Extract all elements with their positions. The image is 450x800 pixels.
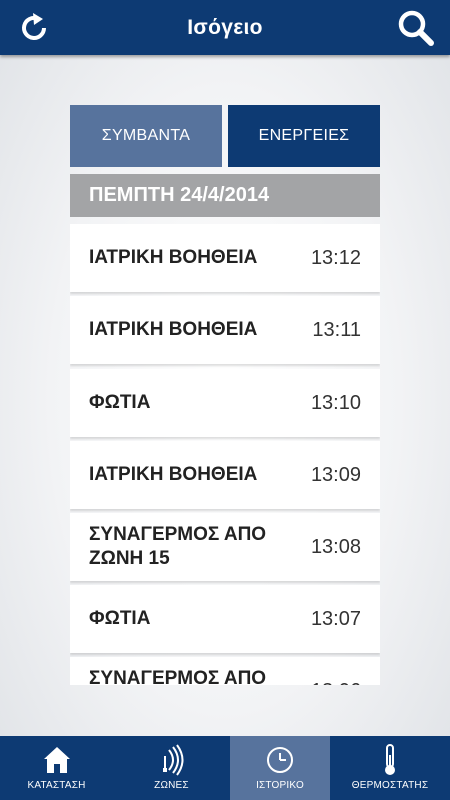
nav-label: ΚΑΤΑΣΤΑΣΗ	[27, 780, 86, 791]
event-time: 13:10	[310, 391, 361, 414]
event-label: ΦΩΤΙΑ	[89, 392, 151, 413]
list-item[interactable]: ΙΑΤΡΙΚΗ ΒΟΗΘΕΙΑ 13:12	[70, 224, 380, 292]
list-item[interactable]: ΦΩΤΙΑ 13:10	[70, 369, 380, 437]
bottom-navigation: ΚΑΤΑΣΤΑΣΗ ΖΩΝΕΣ ΙΣΤΟΡΙΚΟ ΘΕΡΜΟΣΤΑΤΗΣ	[0, 736, 450, 800]
event-time: 13:11	[312, 318, 361, 341]
event-time: 13:07	[310, 607, 361, 630]
tab-events[interactable]: ΣΥΜΒΑΝΤΑ	[70, 105, 222, 167]
tab-actions[interactable]: ΕΝΕΡΓΕΙΕΣ	[228, 105, 380, 167]
wireless-zones-icon	[162, 744, 183, 776]
nav-label: ΘΕΡΜΟΣΤΑΤΗΣ	[351, 780, 429, 791]
nav-zones[interactable]: ΖΩΝΕΣ	[113, 736, 230, 800]
search-icon	[398, 10, 434, 46]
list-item[interactable]: ΣΥΝΑΓΕΡΜΟΣ ΑΠΟ ΖΩΝΗ 15 13:08	[70, 513, 380, 581]
event-label: ΣΥΝΑΓΕΡΜΟΣ ΑΠΟ ΖΩΝΗ 15	[89, 668, 267, 685]
event-time: 13:08	[310, 535, 361, 558]
event-tabs: ΣΥΜΒΑΝΤΑ ΕΝΕΡΓΕΙΕΣ	[70, 105, 380, 167]
nav-status[interactable]: ΚΑΤΑΣΤΑΣΗ	[0, 736, 113, 800]
event-label: ΣΥΝΑΓΕΡΜΟΣ ΑΠΟ ΖΩΝΗ 15	[89, 524, 267, 569]
list-item[interactable]: ΦΩΤΙΑ 13:07	[70, 585, 380, 653]
nav-label: ΙΣΤΟΡΙΚΟ	[256, 780, 304, 791]
nav-thermostat[interactable]: ΘΕΡΜΟΣΤΑΤΗΣ	[330, 736, 450, 800]
event-time: 13:06	[311, 657, 361, 686]
event-label: ΙΑΤΡΙΚΗ ΒΟΗΘΕΙΑ	[89, 247, 258, 268]
event-list[interactable]: ΙΑΤΡΙΚΗ ΒΟΗΘΕΙΑ 13:12 ΙΑΤΡΙΚΗ ΒΟΗΘΕΙΑ 13…	[70, 220, 380, 685]
event-label: ΦΩΤΙΑ	[89, 608, 151, 629]
app-header: Ισόγειο	[0, 0, 450, 55]
event-time: 13:09	[310, 463, 361, 486]
thermometer-icon	[385, 744, 395, 775]
nav-label: ΖΩΝΕΣ	[154, 780, 189, 791]
refresh-icon	[22, 13, 46, 40]
clock-icon	[267, 747, 293, 773]
nav-history[interactable]: ΙΣΤΟΡΙΚΟ	[230, 736, 330, 800]
page-title: Ισόγειο	[187, 15, 263, 39]
event-label: ΙΑΤΡΙΚΗ ΒΟΗΘΕΙΑ	[89, 319, 258, 340]
home-icon	[43, 747, 70, 773]
list-item[interactable]: ΙΑΤΡΙΚΗ ΒΟΗΘΕΙΑ 13:11	[70, 296, 380, 364]
refresh-button[interactable]	[12, 6, 56, 50]
search-button[interactable]	[394, 6, 438, 50]
event-label: ΙΑΤΡΙΚΗ ΒΟΗΘΕΙΑ	[89, 464, 258, 485]
list-item[interactable]: ΣΥΝΑΓΕΡΜΟΣ ΑΠΟ ΖΩΝΗ 15 13:06	[70, 657, 380, 685]
list-item[interactable]: ΙΑΤΡΙΚΗ ΒΟΗΘΕΙΑ 13:09	[70, 441, 380, 509]
event-time: 13:12	[310, 246, 361, 269]
date-header: ΠΕΜΠΤΗ 24/4/2014	[70, 174, 380, 217]
